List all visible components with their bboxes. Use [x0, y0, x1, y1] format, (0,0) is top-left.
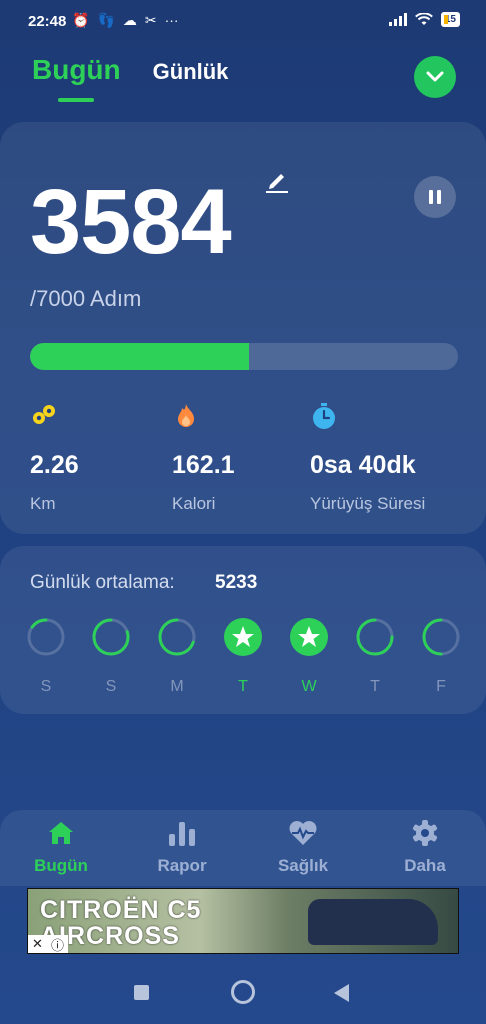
nav-today[interactable]: Bugün: [16, 818, 106, 876]
distance-icon: [33, 405, 55, 424]
stat-walk-time: 0sa 40dk Yürüyüş Süresi: [310, 402, 425, 514]
walk-time-label: Yürüyüş Süresi: [310, 494, 426, 513]
step-goal: /7000 Adım: [30, 286, 142, 311]
day-progress-ring: [356, 618, 394, 656]
nav-health[interactable]: Sağlık: [258, 818, 348, 876]
daily-average-value: 5233: [215, 572, 258, 593]
day-letter: F: [436, 678, 446, 695]
footsteps-icon: 👣: [97, 12, 115, 28]
day-letter: M: [170, 678, 184, 695]
top-tabs: Bugün Günlük: [32, 54, 229, 102]
walk-time-value: 0sa 40dk: [310, 451, 416, 479]
calories-value: 162.1: [172, 451, 235, 479]
daily-average-label: Günlük ortalama:: [30, 572, 175, 593]
confirm-button[interactable]: [414, 56, 456, 98]
day-letter: S: [105, 678, 117, 695]
system-navigation-bar: [0, 975, 486, 1011]
ad-banner[interactable]: CITROËN C5 AIRCROSS ✕ ⓘ: [27, 888, 459, 954]
ad-car-image: [308, 899, 438, 945]
day-letter: T: [370, 678, 380, 695]
chevron-down-icon: [426, 71, 444, 82]
nav-today-label: Bugün: [34, 856, 88, 875]
nav-report[interactable]: Rapor: [137, 818, 227, 876]
day-letter: S: [40, 678, 52, 695]
capcut-icon: ✂: [144, 12, 157, 28]
nav-more-label: Daha: [404, 856, 446, 875]
bar-chart-icon: [169, 822, 195, 846]
step-progress-bar: [30, 343, 458, 370]
heart-pulse-icon: [289, 821, 317, 845]
alarm-icon: ⏰: [72, 12, 90, 28]
home-button[interactable]: [231, 980, 255, 1004]
signal-icon: [388, 13, 407, 26]
step-count: 3584: [30, 171, 232, 273]
distance-value: 2.26: [30, 451, 79, 479]
day-item[interactable]: F: [421, 617, 461, 696]
day-progress-ring: [92, 618, 130, 656]
pause-icon-bar-left: [429, 190, 433, 204]
day-complete-star-icon: [290, 618, 328, 656]
home-icon: [49, 822, 73, 844]
cloud-icon: ☁: [122, 12, 137, 28]
close-icon: ✕: [32, 936, 43, 951]
day-item[interactable]: M: [157, 617, 197, 696]
day-letter: W: [301, 678, 317, 695]
status-bar: 22:48 ⏰ 👣 ☁ ✂ ··· 15: [0, 0, 486, 44]
day-item[interactable]: S: [26, 617, 66, 696]
day-item[interactable]: T: [223, 617, 263, 696]
stat-distance: 2.26 Km: [30, 402, 79, 514]
nav-more[interactable]: Daha: [380, 818, 470, 876]
tab-today[interactable]: Bugün: [32, 54, 121, 102]
wifi-icon: [414, 13, 433, 25]
pencil-icon: [266, 174, 288, 193]
stat-calories: 162.1 Kalori: [172, 402, 235, 514]
edit-goal-button[interactable]: [264, 168, 290, 199]
day-item[interactable]: T: [355, 617, 395, 696]
gear-icon: [412, 820, 438, 846]
distance-label: Km: [30, 494, 56, 513]
status-time: 22:48: [28, 13, 67, 30]
day-progress-ring: [27, 618, 65, 656]
stopwatch-icon: [313, 403, 335, 429]
day-item[interactable]: W: [289, 617, 329, 696]
calories-label: Kalori: [172, 494, 216, 513]
battery-icon: 15: [440, 12, 460, 27]
more-notifications-icon: ···: [164, 12, 179, 28]
notification-icons: ⏰ 👣 ☁ ✂ ···: [72, 12, 179, 29]
ad-text-line1: CITROËN C5: [40, 896, 202, 924]
pause-icon-bar-right: [437, 190, 441, 204]
step-progress-fill: [30, 343, 250, 370]
back-button[interactable]: [334, 984, 349, 1002]
flame-icon: [178, 404, 194, 427]
system-icons: 15: [388, 12, 460, 27]
day-complete-star-icon: [224, 618, 262, 656]
recents-button[interactable]: [134, 985, 149, 1000]
day-letter: T: [238, 678, 248, 695]
day-progress-ring: [158, 618, 196, 656]
nav-health-label: Sağlık: [277, 856, 329, 875]
ad-close-button[interactable]: ✕ ⓘ: [28, 935, 68, 953]
nav-report-label: Rapor: [157, 856, 207, 875]
info-icon: ⓘ: [50, 937, 64, 953]
pause-button[interactable]: [414, 176, 456, 218]
day-progress-ring: [422, 618, 460, 656]
day-item[interactable]: S: [91, 617, 131, 696]
tab-daily[interactable]: Günlük: [153, 59, 229, 85]
